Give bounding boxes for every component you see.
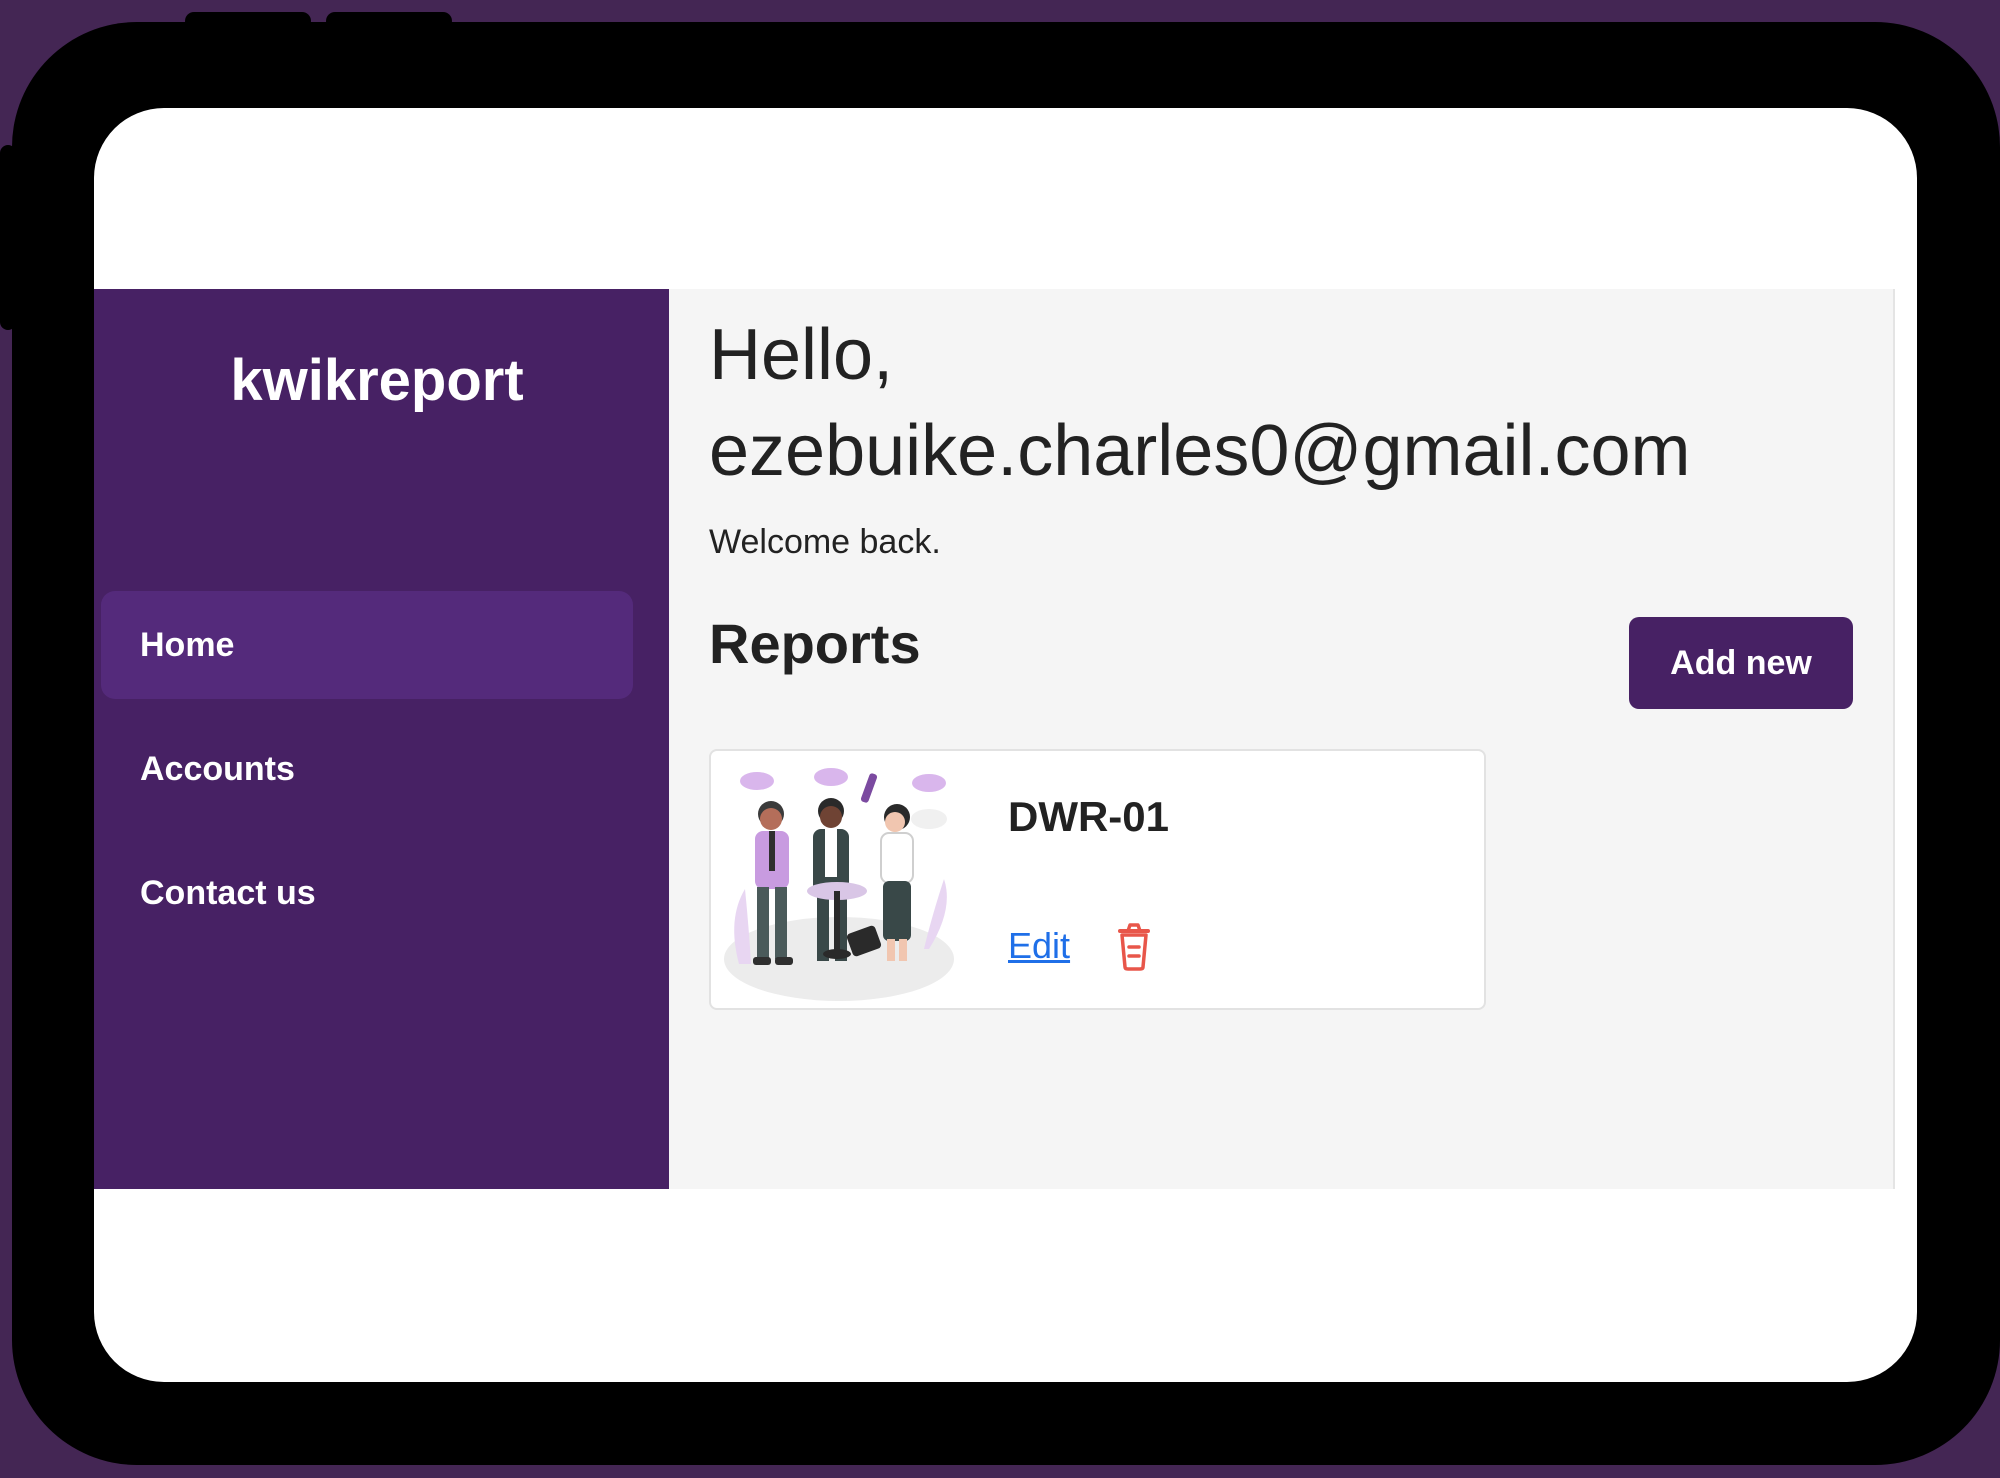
tablet-screen: kwikreport Home Accounts Contact us Hell… — [94, 108, 1917, 1382]
device-button-top — [185, 12, 311, 30]
report-title: DWR-01 — [1008, 793, 1170, 840]
brand-logo[interactable]: kwikreport — [94, 347, 669, 414]
sidebar-item-label: Home — [140, 625, 235, 664]
sidebar: kwikreport Home Accounts Contact us — [94, 289, 669, 1189]
sidebar-item-label: Accounts — [140, 749, 295, 788]
device-button-top-2 — [326, 12, 452, 30]
sidebar-item-label: Contact us — [140, 873, 316, 912]
welcome-text: Welcome back. — [709, 523, 941, 561]
report-card[interactable]: DWR-01 Edit — [709, 749, 1486, 1010]
add-new-button[interactable]: Add new — [1629, 617, 1853, 709]
page-title: Hello, ezebuike.charles0@gmail.com — [709, 315, 1691, 491]
sidebar-item-home[interactable]: Home — [101, 591, 633, 699]
reports-heading: Reports — [709, 612, 921, 675]
sidebar-item-contact-us[interactable]: Contact us — [101, 839, 633, 947]
people-celebrating-illustration — [724, 768, 954, 1001]
trash-icon[interactable] — [1110, 921, 1158, 973]
sidebar-item-accounts[interactable]: Accounts — [101, 715, 633, 823]
device-button-side — [0, 145, 16, 330]
edit-link[interactable]: Edit — [1008, 925, 1070, 967]
main-content: Hello, ezebuike.charles0@gmail.com Welco… — [669, 289, 1895, 1189]
app-window: kwikreport Home Accounts Contact us Hell… — [94, 289, 1895, 1189]
